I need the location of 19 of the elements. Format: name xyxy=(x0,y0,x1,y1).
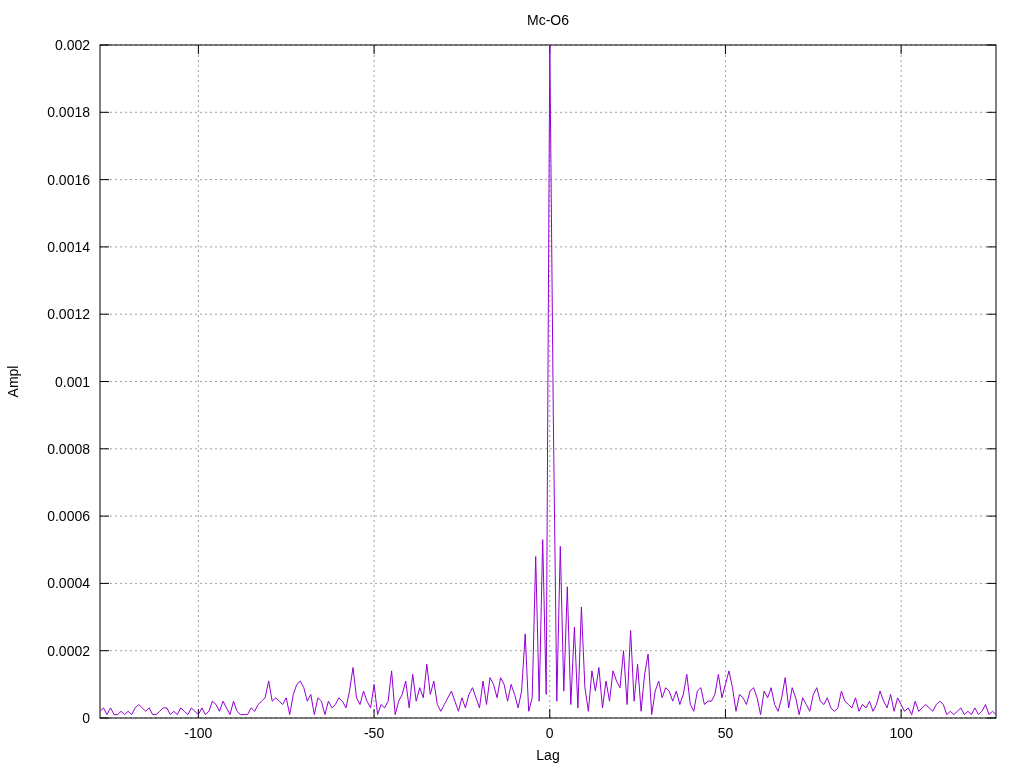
y-tick-label: 0 xyxy=(82,710,90,726)
x-tick-label: 0 xyxy=(545,725,554,741)
y-tick-label: 0.0012 xyxy=(47,306,90,323)
x-axis-label: Lag xyxy=(536,747,560,763)
y-tick-label: 0.0018 xyxy=(47,104,90,121)
x-tick-label: 100 xyxy=(889,725,913,741)
y-tick-label: 0.0016 xyxy=(47,171,90,188)
chart-title: Mc-O6 xyxy=(527,12,569,28)
y-tick-label: 0.002 xyxy=(54,37,90,53)
y-tick-label: 0.0006 xyxy=(47,508,90,525)
x-tick-label: -50 xyxy=(363,725,385,741)
x-tick-label: 50 xyxy=(717,725,734,741)
x-tick-label: -100 xyxy=(184,725,213,741)
y-tick-label: 0.001 xyxy=(54,373,90,390)
y-tick-label: 0.0008 xyxy=(47,440,90,457)
y-tick-label: 0.0002 xyxy=(47,642,90,659)
y-tick-label: 0.0004 xyxy=(47,575,90,592)
y-tick-label: 0.0014 xyxy=(47,238,90,255)
y-axis-label: Ampl xyxy=(5,365,21,398)
